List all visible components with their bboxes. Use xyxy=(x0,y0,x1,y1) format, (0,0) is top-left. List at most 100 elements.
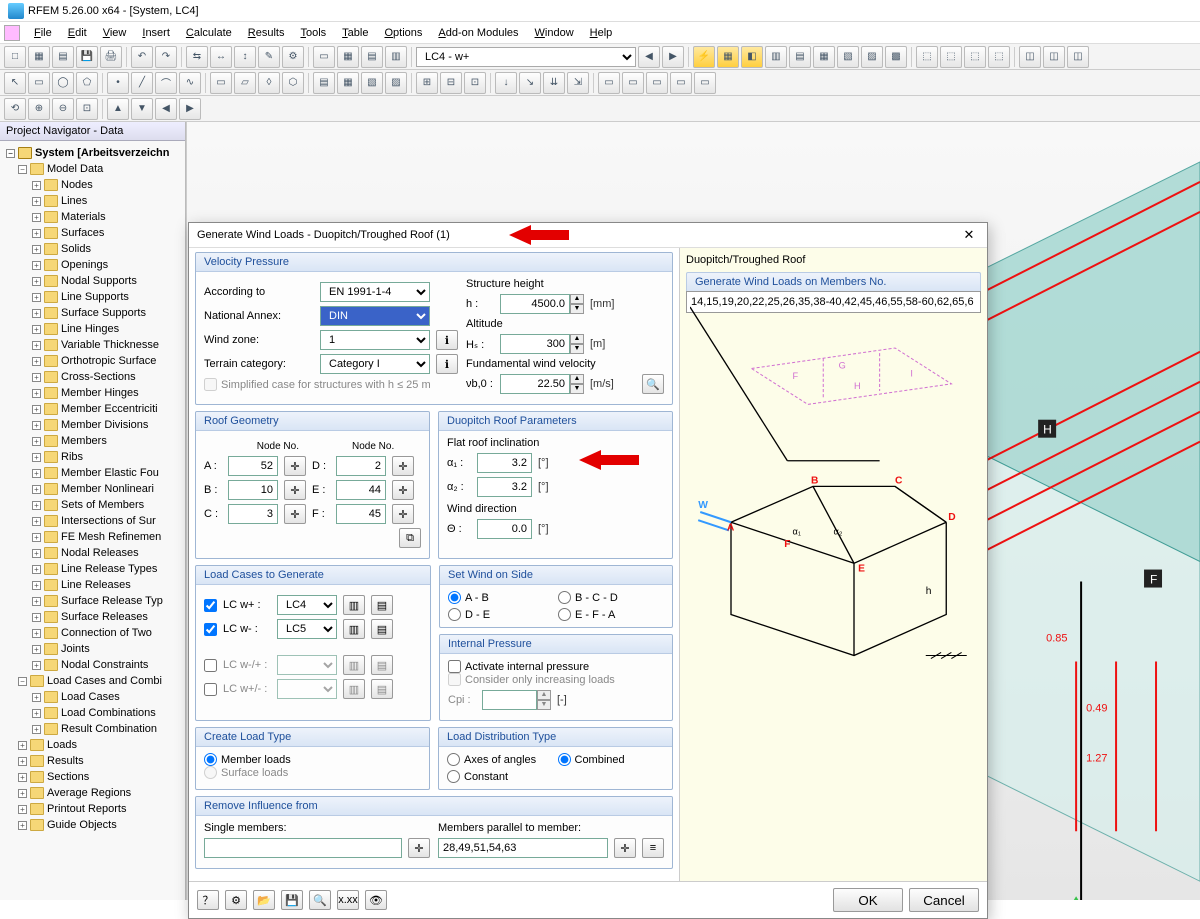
lcwplusminus-check[interactable] xyxy=(204,683,217,696)
theta-input[interactable] xyxy=(477,519,532,539)
tool-icon[interactable]: ▲ xyxy=(107,98,129,120)
tool-icon[interactable]: ⟲ xyxy=(4,98,26,120)
tree[interactable]: −System [Arbeitsverzeichn −Model Data +N… xyxy=(0,141,185,837)
tool-icon[interactable]: ⇲ xyxy=(567,72,589,94)
member-loads-radio[interactable] xyxy=(204,753,217,766)
tree-item[interactable]: +Line Supports xyxy=(4,289,185,305)
tool-icon[interactable]: ▧ xyxy=(837,46,859,68)
tree-item[interactable]: +Nodal Supports xyxy=(4,273,185,289)
activate-ip-check[interactable] xyxy=(448,660,461,673)
tree-item[interactable]: +Surface Releases xyxy=(4,609,185,625)
pick-icon[interactable]: ✛ xyxy=(284,456,306,476)
wind-de-radio[interactable] xyxy=(448,608,461,621)
constant-radio[interactable] xyxy=(447,770,460,783)
wind-bcd-radio[interactable] xyxy=(558,591,571,604)
pick-all-icon[interactable]: ⧉ xyxy=(399,528,421,548)
tool-icon[interactable]: ▭ xyxy=(622,72,644,94)
menu-help[interactable]: Help xyxy=(582,25,621,41)
tool-icon[interactable]: ⊡ xyxy=(464,72,486,94)
tool-icon[interactable]: ⊟ xyxy=(440,72,462,94)
eye-icon[interactable]: 👁 xyxy=(365,890,387,910)
tree-item[interactable]: +Line Release Types xyxy=(4,561,185,577)
tree-item[interactable]: +Members xyxy=(4,433,185,449)
tool-icon[interactable]: ▤ xyxy=(313,72,335,94)
save-icon[interactable]: 💾 xyxy=(281,890,303,910)
tool-icon[interactable]: ⚡ xyxy=(693,46,715,68)
loadcase-select[interactable]: LC4 - w+ xyxy=(416,47,636,67)
tool-icon[interactable]: ⬚ xyxy=(988,46,1010,68)
tree-item[interactable]: +Line Hinges xyxy=(4,321,185,337)
pick-icon[interactable]: ✛ xyxy=(392,504,414,524)
tool-icon[interactable]: ◫ xyxy=(1067,46,1089,68)
node-f-input[interactable] xyxy=(336,504,386,524)
tool-icon[interactable]: ▶ xyxy=(662,46,684,68)
parallel-members-input[interactable] xyxy=(438,838,608,858)
node-d-input[interactable] xyxy=(336,456,386,476)
tool-icon[interactable]: ⊞ xyxy=(416,72,438,94)
tool-icon[interactable]: ▤ xyxy=(361,46,383,68)
tree-item[interactable]: +Ribs xyxy=(4,449,185,465)
tree-item[interactable]: +Surfaces xyxy=(4,225,185,241)
tree-item[interactable]: +Nodal Releases xyxy=(4,545,185,561)
menu-insert[interactable]: Insert xyxy=(134,25,178,41)
tool-icon[interactable]: ∿ xyxy=(179,72,201,94)
wind-efa-radio[interactable] xyxy=(558,608,571,621)
tool-icon[interactable]: ▦ xyxy=(717,46,739,68)
tree-item[interactable]: +Guide Objects xyxy=(4,817,185,833)
tree-item[interactable]: +Result Combination xyxy=(4,721,185,737)
tool-icon[interactable]: ⬠ xyxy=(76,72,98,94)
tool-icon[interactable]: ▭ xyxy=(670,72,692,94)
tree-item[interactable]: +Member Elastic Fou xyxy=(4,465,185,481)
lcwminus-check[interactable] xyxy=(204,623,217,636)
tool-icon[interactable]: ⬡ xyxy=(282,72,304,94)
tree-item[interactable]: +Connection of Two xyxy=(4,625,185,641)
tool-icon[interactable]: ╱ xyxy=(131,72,153,94)
tool-icon[interactable]: ◧ xyxy=(741,46,763,68)
tool-icon[interactable]: □ xyxy=(4,46,26,68)
tool-icon[interactable]: ↖ xyxy=(4,72,26,94)
tool-icon[interactable]: ▭ xyxy=(28,72,50,94)
tree-item[interactable]: +Line Releases xyxy=(4,577,185,593)
tool-icon[interactable]: ↔ xyxy=(210,46,232,68)
tool-icon[interactable]: ⬚ xyxy=(940,46,962,68)
ok-button[interactable]: OK xyxy=(833,888,903,912)
new-lc-icon[interactable]: ▥ xyxy=(343,619,365,639)
tool-icon[interactable]: ⬚ xyxy=(964,46,986,68)
tool-icon[interactable]: ▧ xyxy=(361,72,383,94)
tool-icon[interactable]: ▱ xyxy=(234,72,256,94)
close-icon[interactable]: ✕ xyxy=(959,227,979,243)
tool-icon[interactable]: ▦ xyxy=(813,46,835,68)
tool-icon[interactable]: ▤ xyxy=(789,46,811,68)
tool-icon[interactable]: ◫ xyxy=(1019,46,1041,68)
menu-table[interactable]: Table xyxy=(334,25,376,41)
menu-view[interactable]: View xyxy=(95,25,135,41)
tool-icon[interactable]: ▤ xyxy=(52,46,74,68)
tool-icon[interactable]: ◊ xyxy=(258,72,280,94)
wind-zone-select[interactable]: 1 xyxy=(320,330,430,350)
tool-icon[interactable]: ◫ xyxy=(1043,46,1065,68)
system-menu-icon[interactable] xyxy=(4,25,20,41)
tool-icon[interactable]: ⊡ xyxy=(76,98,98,120)
tool-icon[interactable]: ▭ xyxy=(694,72,716,94)
tool-icon[interactable]: ◯ xyxy=(52,72,74,94)
tree-item[interactable]: +Intersections of Sur xyxy=(4,513,185,529)
tool-icon[interactable]: ✎ xyxy=(258,46,280,68)
cancel-button[interactable]: Cancel xyxy=(909,888,979,912)
info-icon[interactable]: ℹ xyxy=(436,330,458,350)
open-lc-icon[interactable]: ▤ xyxy=(371,619,393,639)
tool-icon[interactable]: ↓ xyxy=(495,72,517,94)
tool-icon[interactable]: ⚙ xyxy=(282,46,304,68)
tool-icon[interactable]: ↶ xyxy=(131,46,153,68)
pick-icon[interactable]: ✛ xyxy=(408,838,430,858)
pick-icon[interactable]: ✛ xyxy=(284,504,306,524)
tool-icon[interactable]: ◀ xyxy=(638,46,660,68)
tool-icon[interactable]: ↷ xyxy=(155,46,177,68)
combined-radio[interactable] xyxy=(558,753,571,766)
according-to-select[interactable]: EN 1991-1-4 xyxy=(320,282,430,302)
pick-icon[interactable]: ✛ xyxy=(392,480,414,500)
tool-icon[interactable]: ▨ xyxy=(385,72,407,94)
menu-tools[interactable]: Tools xyxy=(292,25,334,41)
vb0-input[interactable] xyxy=(500,374,570,394)
lcwplus-select[interactable]: LC4 xyxy=(277,595,337,615)
tool-icon[interactable]: ▦ xyxy=(28,46,50,68)
